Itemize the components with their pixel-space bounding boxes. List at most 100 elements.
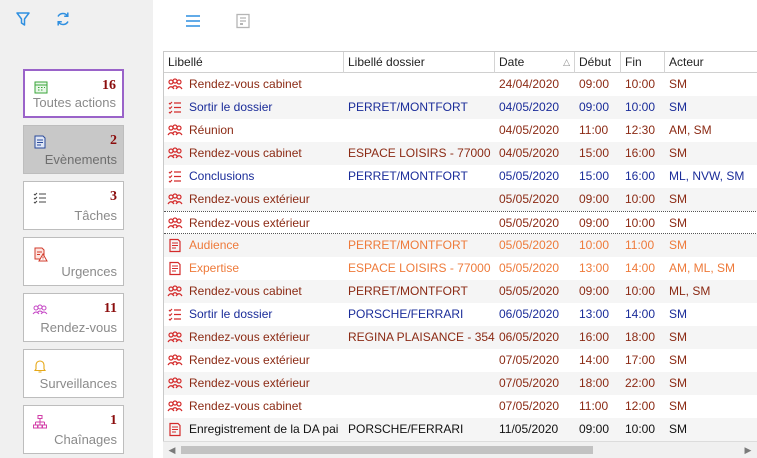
cell-debut: 09:00 bbox=[579, 216, 610, 230]
table-row[interactable]: Réunion 04/05/2020 11:00 12:30 AM, SM bbox=[164, 119, 757, 142]
actions-sidebar: 16 Toutes actions 2 Evènements 3 Tâches Urgenc… bbox=[0, 0, 153, 458]
cell-debut: 11:00 bbox=[579, 399, 609, 413]
filter-tile-toutes-actions[interactable]: 16 Toutes actions bbox=[23, 69, 124, 118]
cell-acteur: SM bbox=[669, 399, 687, 413]
cell-fin: 12:30 bbox=[625, 123, 656, 137]
checklist-icon bbox=[167, 100, 183, 115]
cell-libelle: Rendez-vous cabinet bbox=[189, 399, 302, 413]
table-row[interactable]: Audience PERRET/MONTFORT 05/05/2020 10:00 11… bbox=[164, 234, 757, 257]
cell-fin: 11:00 bbox=[625, 238, 655, 252]
cell-dossier: PORSCHE/FERRARI bbox=[348, 307, 464, 321]
table-row[interactable]: Rendez-vous cabinet 07/05/2020 11:00 12:00 S… bbox=[164, 395, 757, 418]
detail-view-icon[interactable] bbox=[234, 12, 252, 30]
cell-dossier bbox=[344, 188, 495, 211]
scroll-right-icon[interactable]: ▶ bbox=[743, 445, 753, 455]
cell-acteur: SM bbox=[669, 238, 687, 252]
table-row[interactable]: Enregistrement de la DA pai PORSCHE/FERRA… bbox=[164, 418, 757, 441]
cell-date: 05/05/2020 bbox=[499, 192, 560, 206]
table-row[interactable]: Sortir le dossier PORSCHE/FERRARI 06/05/20… bbox=[164, 303, 757, 326]
filter-tile-rendez-vous[interactable]: 11 Rendez-vous bbox=[23, 293, 124, 342]
table-row[interactable]: Rendez-vous cabinet PERRET/MONTFORT 05/05/… bbox=[164, 280, 757, 303]
cell-fin: 10:00 bbox=[625, 100, 656, 114]
table-row[interactable]: Rendez-vous extérieur REGINA PLAISANCE - … bbox=[164, 326, 757, 349]
table-row[interactable]: Rendez-vous extérieur 07/05/2020 14:00 17:0… bbox=[164, 349, 757, 372]
cell-acteur: SM bbox=[669, 216, 687, 230]
filter-icon[interactable] bbox=[14, 10, 32, 28]
scroll-left-icon[interactable]: ◀ bbox=[167, 445, 177, 455]
column-header-acteur[interactable]: Acteur bbox=[665, 52, 757, 73]
refresh-icon[interactable] bbox=[54, 10, 72, 28]
cell-debut: 11:00 bbox=[579, 123, 609, 137]
urgent-icon bbox=[32, 246, 48, 262]
column-header-debut[interactable]: Début bbox=[575, 52, 621, 73]
table-row[interactable]: Rendez-vous extérieur 07/05/2020 18:00 22:0… bbox=[164, 372, 757, 395]
column-header-date[interactable]: Date △ bbox=[495, 52, 575, 73]
cell-fin: 10:00 bbox=[625, 422, 656, 436]
table-row[interactable]: Rendez-vous cabinet 24/04/2020 09:00 10:00 S… bbox=[164, 73, 757, 96]
cell-libelle: Sortir le dossier bbox=[189, 100, 273, 114]
cell-dossier: PERRET/MONTFORT bbox=[348, 100, 468, 114]
filter-tile-t-ches[interactable]: 3 Tâches bbox=[23, 181, 124, 230]
tile-label: Rendez-vous bbox=[40, 320, 117, 335]
cell-date: 04/05/2020 bbox=[499, 100, 560, 114]
cell-dossier bbox=[344, 212, 495, 235]
bell-icon bbox=[32, 358, 48, 374]
cell-dossier bbox=[344, 73, 495, 96]
table-row[interactable]: Sortir le dossier PERRET/MONTFORT 04/05/20… bbox=[164, 96, 757, 119]
filter-tile-cha-nages[interactable]: 1 Chaînages bbox=[23, 405, 124, 454]
meeting-icon bbox=[167, 399, 183, 414]
cell-fin: 14:00 bbox=[625, 261, 656, 275]
cell-dossier bbox=[344, 372, 495, 395]
column-header-libelle[interactable]: Libellé bbox=[164, 52, 344, 73]
list-view-icon[interactable] bbox=[184, 12, 202, 30]
cell-dossier: PERRET/MONTFORT bbox=[348, 238, 468, 252]
column-header-fin[interactable]: Fin bbox=[621, 52, 665, 73]
document-icon bbox=[167, 261, 183, 276]
table-row[interactable]: Expertise ESPACE LOISIRS - 77000 05/05/202… bbox=[164, 257, 757, 280]
cell-libelle: Rendez-vous cabinet bbox=[189, 77, 302, 91]
cell-fin: 10:00 bbox=[625, 216, 656, 230]
tile-label: Evènements bbox=[44, 152, 117, 167]
cell-dossier: ESPACE LOISIRS - 77000 bbox=[348, 261, 491, 275]
horizontal-scrollbar[interactable]: ◀ ▶ bbox=[163, 441, 757, 458]
tile-label: Surveillances bbox=[39, 376, 117, 391]
cell-dossier: REGINA PLAISANCE - 3540 bbox=[348, 330, 495, 344]
filter-tile-urgences[interactable]: Urgences bbox=[23, 237, 124, 286]
cell-date: 05/05/2020 bbox=[499, 216, 560, 230]
tile-count: 3 bbox=[110, 189, 117, 204]
cell-date: 24/04/2020 bbox=[499, 77, 560, 91]
cell-dossier bbox=[344, 119, 495, 142]
tile-label: Toutes actions bbox=[32, 95, 116, 110]
meeting-icon bbox=[167, 376, 183, 391]
checklist-icon bbox=[32, 190, 48, 206]
column-header-date-label: Date bbox=[499, 55, 525, 69]
cell-acteur: AM, ML, SM bbox=[669, 261, 736, 275]
cell-dossier bbox=[344, 395, 495, 418]
meeting-icon bbox=[167, 123, 183, 138]
checklist-icon bbox=[167, 169, 183, 184]
cell-dossier bbox=[344, 349, 495, 372]
column-header-libelle-dossier[interactable]: Libellé dossier bbox=[344, 52, 495, 73]
cell-debut: 13:00 bbox=[579, 261, 610, 275]
checklist-icon bbox=[167, 307, 183, 322]
table-row[interactable]: Rendez-vous cabinet ESPACE LOISIRS - 7700… bbox=[164, 142, 757, 165]
cell-acteur: SM bbox=[669, 77, 687, 91]
cell-date: 04/05/2020 bbox=[499, 146, 560, 160]
table-row[interactable]: Conclusions PERRET/MONTFORT 05/05/2020 15:0… bbox=[164, 165, 757, 188]
filter-tile-surveillances[interactable]: Surveillances bbox=[23, 349, 124, 398]
cell-acteur: AM, SM bbox=[669, 123, 712, 137]
cell-date: 05/05/2020 bbox=[499, 284, 560, 298]
cell-fin: 17:00 bbox=[625, 353, 656, 367]
cell-dossier: PERRET/MONTFORT bbox=[348, 284, 468, 298]
meeting-icon bbox=[167, 330, 183, 345]
meeting-icon bbox=[167, 77, 183, 92]
scrollbar-thumb[interactable] bbox=[181, 446, 593, 454]
cell-acteur: SM bbox=[669, 330, 687, 344]
cell-fin: 10:00 bbox=[625, 192, 656, 206]
table-row[interactable]: Rendez-vous extérieur 05/05/2020 09:00 10:0… bbox=[164, 188, 757, 211]
filter-tile-ev-nements[interactable]: 2 Evènements bbox=[23, 125, 124, 174]
cell-libelle: Rendez-vous extérieur bbox=[189, 192, 310, 206]
cell-libelle: Rendez-vous cabinet bbox=[189, 146, 302, 160]
table-row[interactable]: Rendez-vous extérieur 05/05/2020 09:00 10:0… bbox=[164, 211, 757, 234]
cell-date: 05/05/2020 bbox=[499, 169, 560, 183]
